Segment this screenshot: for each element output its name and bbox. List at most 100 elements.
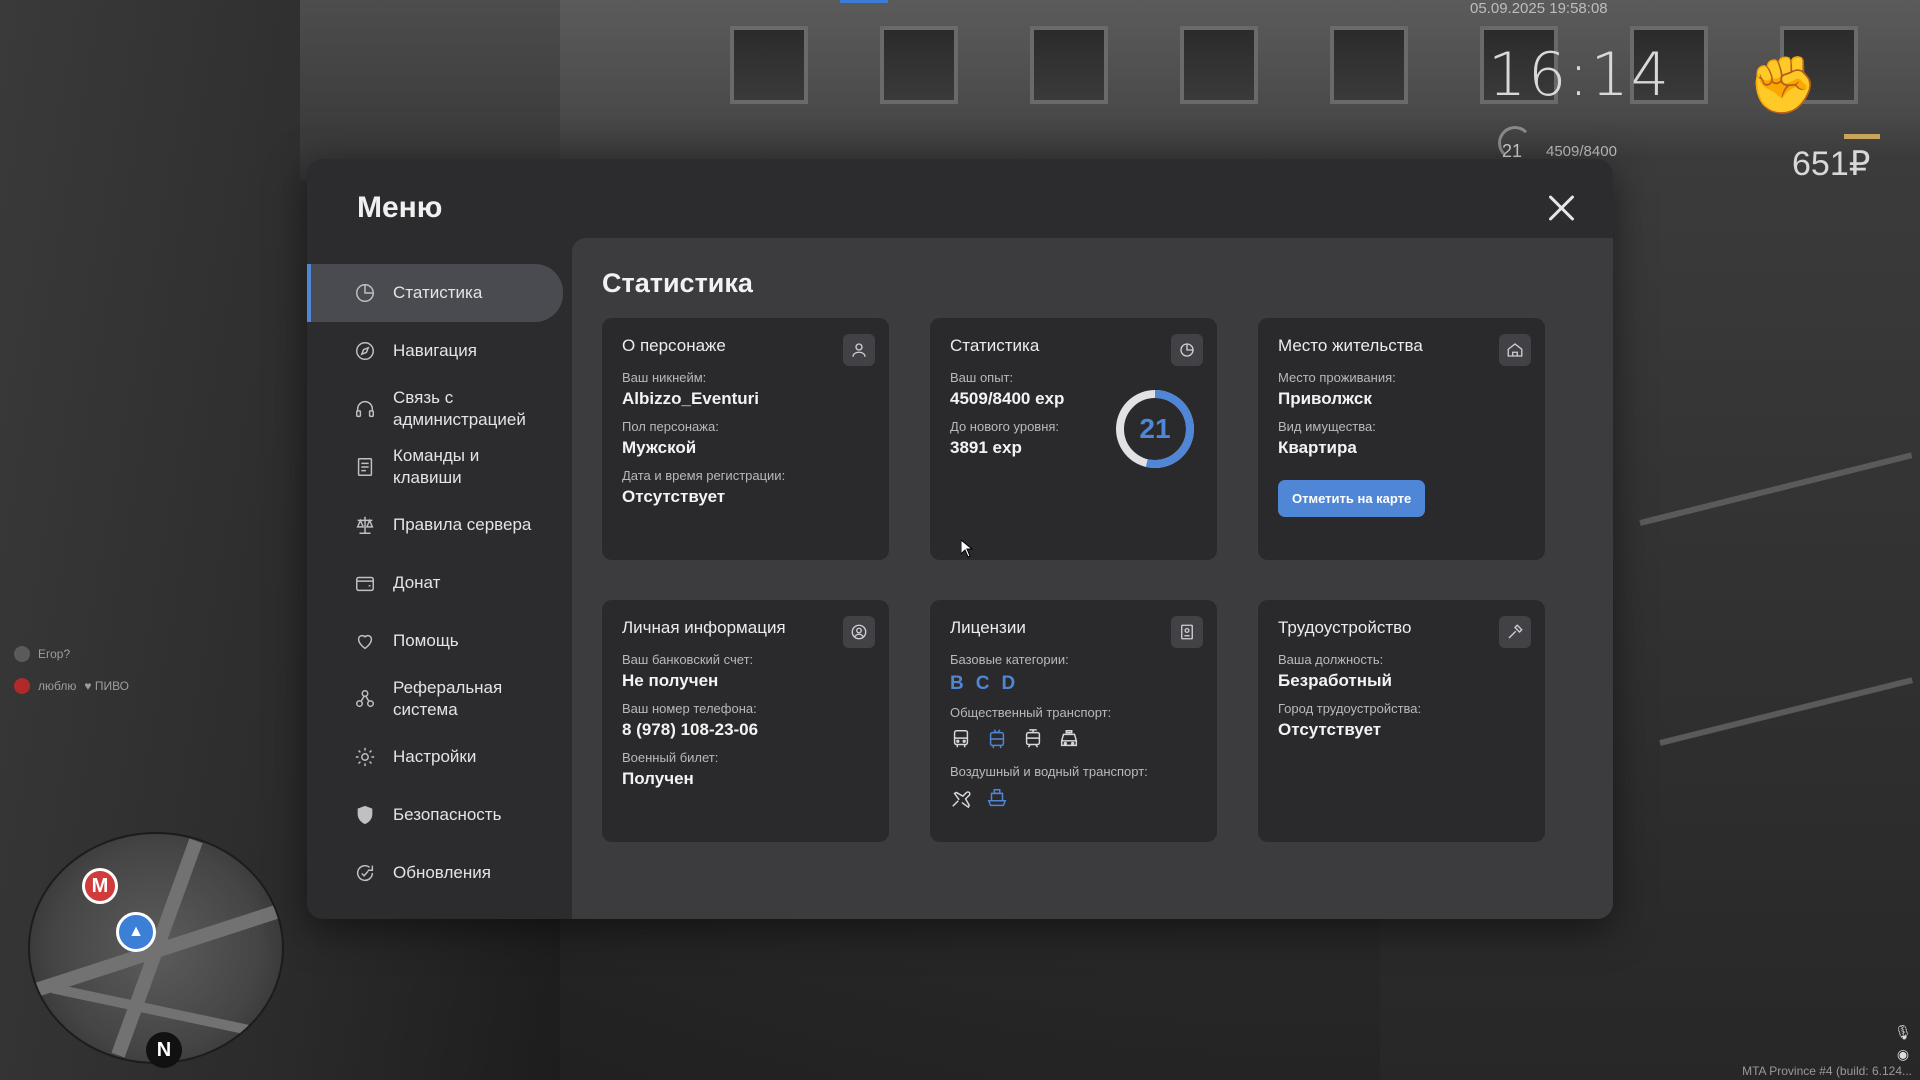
sidebar-item-rules[interactable]: Правила сервера — [307, 496, 563, 554]
job-city-label: Город трудоустройства: — [1278, 701, 1422, 716]
gender-value: Мужской — [622, 438, 697, 457]
nickname-value: Albizzo_Eventuri — [622, 389, 759, 408]
sidebar-item-label: Статистика — [393, 283, 483, 302]
air-water-transport-label: Воздушный и водный транспорт: — [950, 764, 1148, 779]
hud-top-indicator — [840, 0, 888, 3]
sidebar-item-label: Донат — [393, 573, 441, 592]
chat-text-value: ПИВО — [94, 679, 130, 693]
bank-account-value: Не получен — [622, 671, 719, 690]
job-position-label: Ваша должность: — [1278, 652, 1384, 667]
user-icon — [843, 334, 875, 366]
nickname-label: Ваш никнейм: — [622, 370, 707, 385]
card-title: Место жительства — [1278, 336, 1423, 355]
north-icon: N — [146, 1032, 182, 1068]
base-categories-label: Базовые категории: — [950, 652, 1069, 667]
sidebar-item-donate[interactable]: Донат — [307, 554, 563, 612]
build-info: MTA Province #4 (build: 6.124... — [1742, 1064, 1912, 1078]
chat-avatar — [14, 678, 30, 694]
residence-place-value: Приволжск — [1278, 389, 1372, 408]
hud-clock: 16:14 — [1488, 40, 1671, 110]
minimap-road — [51, 983, 249, 1035]
refresh-icon — [353, 861, 377, 885]
referral-icon — [353, 687, 377, 711]
military-id-label: Военный билет: — [622, 750, 719, 765]
compass-icon — [353, 339, 377, 363]
card-title: Лицензии — [950, 618, 1026, 637]
building-window — [1030, 26, 1108, 104]
card-residence: Место жительства Место проживания: Приво… — [1258, 318, 1545, 560]
sidebar-item-admin-contact[interactable]: Связь с администрацией — [307, 380, 563, 438]
card-personal-info: Личная информация Ваш банковский счет: Н… — [602, 600, 889, 842]
menu-panel: Меню Статистика Навигация Связь с админи… — [307, 159, 1613, 919]
sidebar-item-commands[interactable]: Команды и клавиши — [307, 438, 563, 496]
military-id-value: Получен — [622, 769, 694, 788]
bus-icon — [950, 728, 972, 750]
sidebar-item-statistics[interactable]: Статистика — [307, 264, 563, 322]
sidebar-item-referral[interactable]: Реферальная система — [307, 670, 563, 728]
sidebar-item-label: Правила сервера — [393, 515, 532, 534]
heart-hand-icon — [353, 629, 377, 653]
chat-text: ♥ ПИВО — [84, 679, 130, 693]
level-value: 21 — [1139, 413, 1171, 444]
wallet-icon — [353, 571, 377, 595]
sidebar-item-label: Навигация — [393, 341, 477, 360]
list-icon — [353, 455, 377, 479]
card-licenses: Лицензии Базовые категории: B C D Общест… — [930, 600, 1217, 842]
public-transport-icons — [950, 728, 1197, 750]
sidebar-item-updates[interactable]: Обновления — [307, 844, 563, 902]
chart-icon — [353, 281, 377, 305]
property-type-label: Вид имущества: — [1278, 419, 1376, 434]
chart-icon — [1171, 334, 1203, 366]
sidebar-item-help[interactable]: Помощь — [307, 612, 563, 670]
card-title: Статистика — [950, 336, 1040, 355]
building-window — [1330, 26, 1408, 104]
phone-label: Ваш номер телефона: — [622, 701, 757, 716]
category-d: D — [1001, 673, 1016, 694]
sidebar-item-label: Настройки — [393, 747, 477, 766]
headset-icon — [353, 397, 377, 421]
sidebar-item-label: Безопасность — [393, 805, 502, 824]
boat-icon — [986, 787, 1008, 809]
sidebar-item-label: Реферальная система — [393, 678, 503, 719]
wall-top — [300, 0, 560, 180]
chat-name: люблю — [38, 679, 77, 693]
air-water-transport-icons — [950, 787, 1197, 809]
residence-place-label: Место проживания: — [1278, 370, 1396, 385]
card-employment: Трудоустройство Ваша должность: Безработ… — [1258, 600, 1545, 842]
minimap[interactable]: M ▲ — [28, 832, 284, 1064]
card-title: Личная информация — [622, 618, 786, 637]
sidebar-item-security[interactable]: Безопасность — [307, 786, 563, 844]
job-position-value: Безработный — [1278, 671, 1392, 690]
metro-icon: M — [82, 868, 118, 904]
card-statistics: Статистика Ваш опыт: 4509/8400 exp До но… — [930, 318, 1217, 560]
registration-label: Дата и время регистрации: — [622, 468, 786, 483]
license-categories: B C D — [950, 673, 1197, 695]
building-facade — [560, 0, 1920, 160]
taxi-icon — [1058, 728, 1080, 750]
home-icon — [1499, 334, 1531, 366]
gender-label: Пол персонажа: — [622, 419, 719, 434]
card-title: Трудоустройство — [1278, 618, 1412, 637]
sidebar-item-label: Связь с администрацией — [393, 388, 526, 429]
card-character: О персонаже Ваш никнейм: Albizzo_Eventur… — [602, 318, 889, 560]
bank-account-label: Ваш банковский счет: — [622, 652, 754, 667]
close-button[interactable] — [1545, 191, 1579, 225]
microphone-icon: 🎙 — [1894, 1024, 1912, 1040]
gear-icon — [353, 745, 377, 769]
tram-icon — [1022, 728, 1044, 750]
category-c: C — [975, 673, 990, 694]
property-type-value: Квартира — [1278, 438, 1357, 457]
chat-line: Егор? — [14, 646, 70, 662]
mark-on-map-button[interactable]: Отметить на карте — [1278, 480, 1426, 517]
stats-title: Статистика — [602, 268, 753, 298]
menu-title: Меню — [357, 191, 443, 224]
building-window — [880, 26, 958, 104]
scales-icon — [353, 513, 377, 537]
hud-money: 651₽ — [1792, 145, 1871, 183]
user-circle-icon — [843, 616, 875, 648]
chat-name: Егор? — [38, 647, 71, 661]
sidebar-item-navigation[interactable]: Навигация — [307, 322, 563, 380]
sidebar-item-settings[interactable]: Настройки — [307, 728, 563, 786]
sidebar-item-label: Обновления — [393, 863, 491, 882]
chat-avatar — [14, 646, 30, 662]
